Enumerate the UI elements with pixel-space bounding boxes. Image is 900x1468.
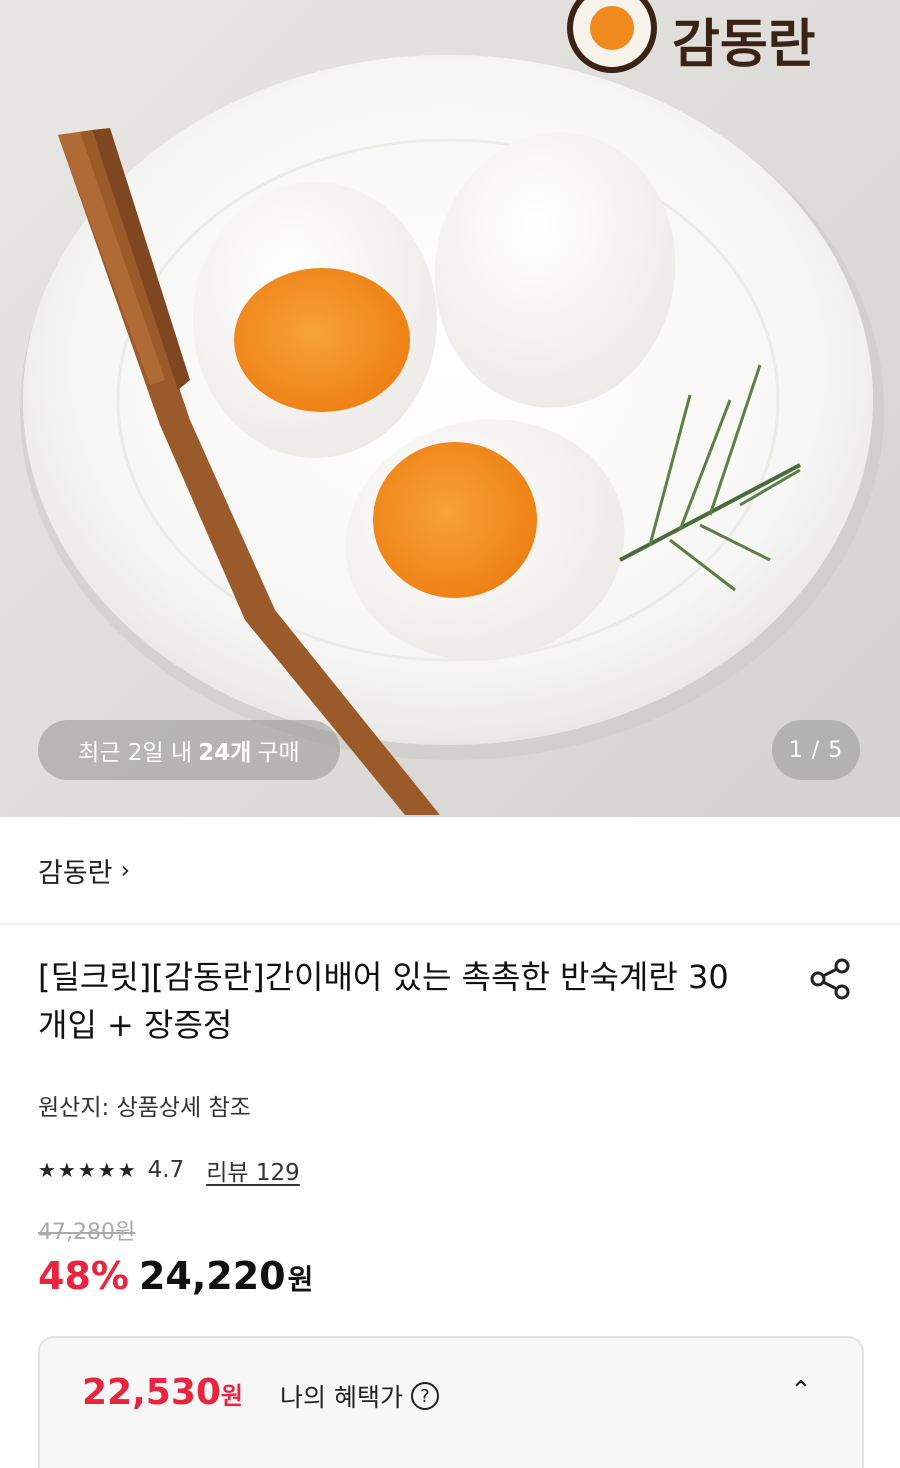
discount-rate: 48% [38,1254,129,1298]
chevron-right-icon: › [120,856,131,884]
image-pager: 1 / 5 [772,720,860,780]
brand-name: 감동란 [38,857,113,889]
product-image[interactable]: 감동란 최근 2일 내 24개 구매 1 / 5 [0,0,900,817]
reviews-link[interactable]: 리뷰 129 [206,1153,300,1187]
price-row: 48% 24,220 원 [38,1254,313,1298]
benefit-label-group: 나의 혜택가 ? [280,1378,439,1414]
sale-price: 24,220 [138,1254,286,1298]
egg-plate-photo [20,0,884,815]
benefit-currency: 원 [220,1382,244,1410]
benefit-price: 22,530원 [82,1372,243,1413]
help-icon[interactable]: ? [410,1382,439,1410]
brand-link[interactable]: 감동란 › [0,817,900,923]
share-icon[interactable] [806,955,854,1003]
rating-score: 4.7 [147,1157,185,1183]
origin-info: 원산지: 상품상세 참조 [38,1095,251,1121]
star-icon: ★★★★★ [38,1158,138,1182]
divider [0,923,900,925]
recent-purchase-badge: 최근 2일 내 24개 구매 [38,720,340,780]
price-currency: 원 [287,1263,314,1296]
benefit-price-value: 22,530 [82,1372,221,1413]
original-price: 47,280원 [38,1220,136,1245]
chevron-up-icon[interactable]: ⌃ [790,1376,812,1406]
recent-prefix: 최근 2일 내 [78,740,193,766]
benefit-label: 나의 혜택가 [280,1383,403,1412]
benefit-price-panel[interactable]: 22,530원 나의 혜택가 ? ⌃ [38,1336,864,1468]
brand-logo-text: 감동란 [672,14,816,75]
rating-row: ★★★★★ 4.7 리뷰 129 [38,1152,300,1188]
recent-count: 24개 [198,740,252,766]
recent-suffix: 구매 [257,740,300,766]
product-title: [딜크릿][감동란]간이배어 있는 촉촉한 반숙계란 30개입 + 장증정 [38,958,729,1044]
